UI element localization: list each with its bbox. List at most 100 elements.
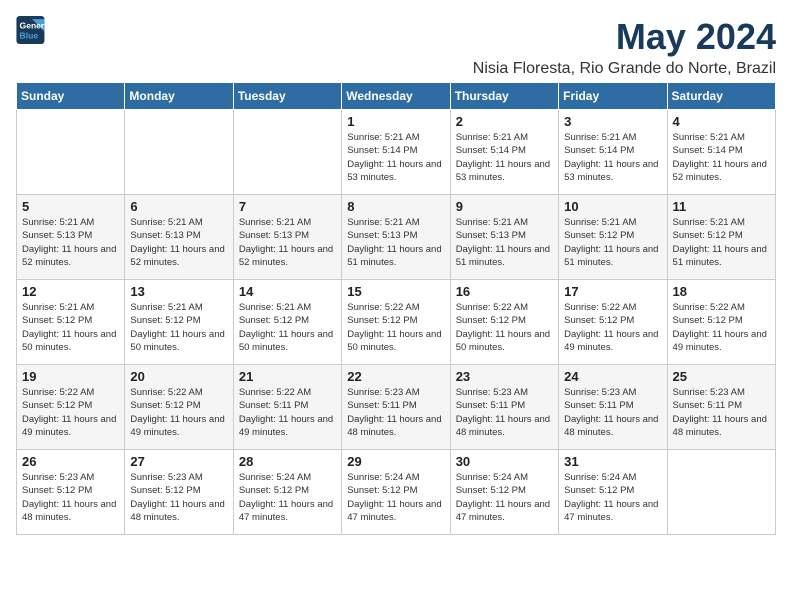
calendar-cell: 21 Sunrise: 5:22 AM Sunset: 5:11 PM Dayli… <box>233 365 341 450</box>
calendar-cell: 1 Sunrise: 5:21 AM Sunset: 5:14 PM Daylig… <box>342 110 450 195</box>
day-number: 29 <box>347 454 444 469</box>
calendar-cell: 30 Sunrise: 5:24 AM Sunset: 5:12 PM Dayli… <box>450 450 558 535</box>
weekday-header: Monday <box>125 83 233 110</box>
day-number: 16 <box>456 284 553 299</box>
day-info: Sunrise: 5:23 AM Sunset: 5:11 PM Dayligh… <box>673 386 770 439</box>
day-number: 20 <box>130 369 227 384</box>
day-number: 5 <box>22 199 119 214</box>
day-info: Sunrise: 5:22 AM Sunset: 5:12 PM Dayligh… <box>673 301 770 354</box>
day-info: Sunrise: 5:23 AM Sunset: 5:12 PM Dayligh… <box>22 471 119 524</box>
calendar-cell: 5Sunrise: 5:21 AM Sunset: 5:13 PM Daylig… <box>17 195 125 280</box>
day-info: Sunrise: 5:23 AM Sunset: 5:11 PM Dayligh… <box>564 386 661 439</box>
day-number: 26 <box>22 454 119 469</box>
day-info: Sunrise: 5:21 AM Sunset: 5:14 PM Dayligh… <box>673 131 770 184</box>
day-number: 9 <box>456 199 553 214</box>
day-number: 14 <box>239 284 336 299</box>
calendar-cell: 31Sunrise: 5:24 AM Sunset: 5:12 PM Dayli… <box>559 450 667 535</box>
calendar-week-row: 26 Sunrise: 5:23 AM Sunset: 5:12 PM Dayli… <box>17 450 776 535</box>
weekday-header: Thursday <box>450 83 558 110</box>
calendar-cell <box>667 450 775 535</box>
day-number: 23 <box>456 369 553 384</box>
title-block: May 2024 Nisia Floresta, Rio Grande do N… <box>473 16 776 78</box>
day-info: Sunrise: 5:21 AM Sunset: 5:14 PM Dayligh… <box>564 131 661 184</box>
calendar-header: SundayMondayTuesdayWednesdayThursdayFrid… <box>17 83 776 110</box>
day-number: 3 <box>564 114 661 129</box>
day-number: 6 <box>130 199 227 214</box>
calendar-cell: 7 Sunrise: 5:21 AM Sunset: 5:13 PM Daylig… <box>233 195 341 280</box>
day-info: Sunrise: 5:21 AM Sunset: 5:13 PM Dayligh… <box>456 216 553 269</box>
day-number: 21 <box>239 369 336 384</box>
day-number: 1 <box>347 114 444 129</box>
day-info: Sunrise: 5:23 AM Sunset: 5:11 PM Dayligh… <box>456 386 553 439</box>
calendar-cell: 3 Sunrise: 5:21 AM Sunset: 5:14 PM Daylig… <box>559 110 667 195</box>
day-info: Sunrise: 5:23 AM Sunset: 5:11 PM Dayligh… <box>347 386 444 439</box>
calendar-cell: 2Sunrise: 5:21 AM Sunset: 5:14 PM Daylig… <box>450 110 558 195</box>
calendar-cell: 24 Sunrise: 5:23 AM Sunset: 5:11 PM Dayli… <box>559 365 667 450</box>
calendar-cell: 9 Sunrise: 5:21 AM Sunset: 5:13 PM Daylig… <box>450 195 558 280</box>
calendar-cell: 11 Sunrise: 5:21 AM Sunset: 5:12 PM Dayli… <box>667 195 775 280</box>
day-number: 22 <box>347 369 444 384</box>
day-number: 25 <box>673 369 770 384</box>
day-info: Sunrise: 5:21 AM Sunset: 5:12 PM Dayligh… <box>22 301 119 354</box>
location-title: Nisia Floresta, Rio Grande do Norte, Bra… <box>473 60 776 78</box>
calendar-week-row: 5 Sunrise: 5:21 AM Sunset: 5:13 PM Daylig… <box>17 195 776 280</box>
day-info: Sunrise: 5:22 AM Sunset: 5:12 PM Dayligh… <box>22 386 119 439</box>
day-info: Sunrise: 5:24 AM Sunset: 5:12 PM Dayligh… <box>347 471 444 524</box>
page-header: General Blue May 2024 Nisia Floresta, Ri… <box>16 16 776 78</box>
day-info: Sunrise: 5:21 AM Sunset: 5:14 PM Dayligh… <box>347 131 444 184</box>
day-number: 28 <box>239 454 336 469</box>
day-number: 17 <box>564 284 661 299</box>
day-info: Sunrise: 5:22 AM Sunset: 5:11 PM Dayligh… <box>239 386 336 439</box>
day-number: 18 <box>673 284 770 299</box>
calendar-cell: 14 Sunrise: 5:21 AM Sunset: 5:12 PM Dayli… <box>233 280 341 365</box>
calendar-cell <box>125 110 233 195</box>
weekday-header: Sunday <box>17 83 125 110</box>
day-info: Sunrise: 5:21 AM Sunset: 5:13 PM Dayligh… <box>347 216 444 269</box>
day-number: 13 <box>130 284 227 299</box>
day-number: 2 <box>456 114 553 129</box>
calendar-cell: 13 Sunrise: 5:21 AM Sunset: 5:12 PM Dayli… <box>125 280 233 365</box>
calendar-cell: 4Sunrise: 5:21 AM Sunset: 5:14 PM Daylig… <box>667 110 775 195</box>
day-info: Sunrise: 5:21 AM Sunset: 5:12 PM Dayligh… <box>564 216 661 269</box>
calendar-cell: 17Sunrise: 5:22 AM Sunset: 5:12 PM Dayli… <box>559 280 667 365</box>
calendar-cell: 16 Sunrise: 5:22 AM Sunset: 5:12 PM Dayli… <box>450 280 558 365</box>
month-title: May 2024 <box>473 16 776 58</box>
calendar-body: 1 Sunrise: 5:21 AM Sunset: 5:14 PM Daylig… <box>17 110 776 535</box>
calendar-week-row: 19 Sunrise: 5:22 AM Sunset: 5:12 PM Dayli… <box>17 365 776 450</box>
day-info: Sunrise: 5:23 AM Sunset: 5:12 PM Dayligh… <box>130 471 227 524</box>
day-number: 19 <box>22 369 119 384</box>
weekday-header: Tuesday <box>233 83 341 110</box>
calendar-cell: 6 Sunrise: 5:21 AM Sunset: 5:13 PM Daylig… <box>125 195 233 280</box>
calendar-cell: 20 Sunrise: 5:22 AM Sunset: 5:12 PM Dayli… <box>125 365 233 450</box>
day-info: Sunrise: 5:21 AM Sunset: 5:13 PM Dayligh… <box>130 216 227 269</box>
calendar-cell: 8Sunrise: 5:21 AM Sunset: 5:13 PM Daylig… <box>342 195 450 280</box>
day-number: 24 <box>564 369 661 384</box>
day-number: 30 <box>456 454 553 469</box>
day-info: Sunrise: 5:21 AM Sunset: 5:13 PM Dayligh… <box>239 216 336 269</box>
calendar-cell: 25 Sunrise: 5:23 AM Sunset: 5:11 PM Dayli… <box>667 365 775 450</box>
day-info: Sunrise: 5:22 AM Sunset: 5:12 PM Dayligh… <box>456 301 553 354</box>
day-number: 11 <box>673 199 770 214</box>
weekday-row: SundayMondayTuesdayWednesdayThursdayFrid… <box>17 83 776 110</box>
day-number: 7 <box>239 199 336 214</box>
calendar-cell: 10 Sunrise: 5:21 AM Sunset: 5:12 PM Dayli… <box>559 195 667 280</box>
weekday-header: Friday <box>559 83 667 110</box>
day-number: 12 <box>22 284 119 299</box>
calendar-cell: 15Sunrise: 5:22 AM Sunset: 5:12 PM Dayli… <box>342 280 450 365</box>
calendar-cell: 19 Sunrise: 5:22 AM Sunset: 5:12 PM Dayli… <box>17 365 125 450</box>
day-info: Sunrise: 5:24 AM Sunset: 5:12 PM Dayligh… <box>456 471 553 524</box>
day-number: 10 <box>564 199 661 214</box>
day-number: 31 <box>564 454 661 469</box>
svg-text:General: General <box>20 20 48 30</box>
calendar-week-row: 12 Sunrise: 5:21 AM Sunset: 5:12 PM Dayli… <box>17 280 776 365</box>
weekday-header: Saturday <box>667 83 775 110</box>
calendar-cell <box>17 110 125 195</box>
calendar-cell: 23 Sunrise: 5:23 AM Sunset: 5:11 PM Dayli… <box>450 365 558 450</box>
day-info: Sunrise: 5:21 AM Sunset: 5:12 PM Dayligh… <box>130 301 227 354</box>
day-info: Sunrise: 5:22 AM Sunset: 5:12 PM Dayligh… <box>130 386 227 439</box>
day-info: Sunrise: 5:21 AM Sunset: 5:12 PM Dayligh… <box>673 216 770 269</box>
calendar-cell: 12 Sunrise: 5:21 AM Sunset: 5:12 PM Dayli… <box>17 280 125 365</box>
calendar: SundayMondayTuesdayWednesdayThursdayFrid… <box>16 82 776 535</box>
logo-icon: General Blue <box>16 16 48 44</box>
day-info: Sunrise: 5:21 AM Sunset: 5:12 PM Dayligh… <box>239 301 336 354</box>
